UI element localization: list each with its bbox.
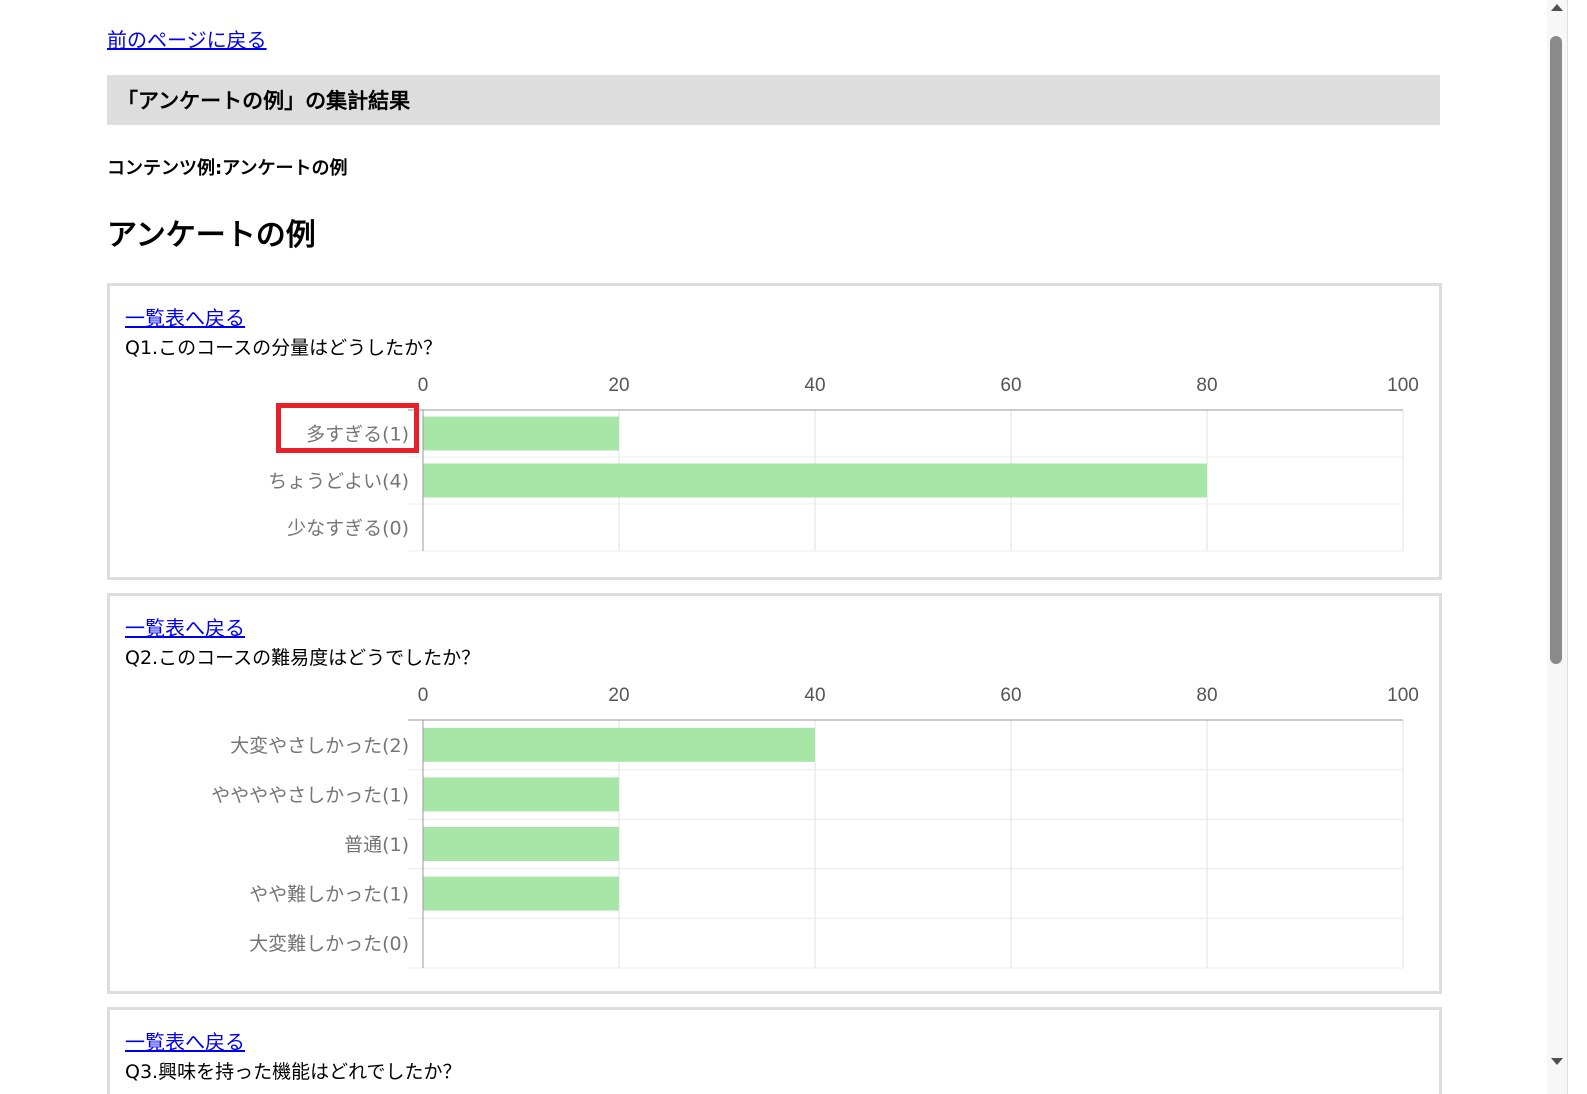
category-label: 大変難しかった(0) — [249, 933, 409, 955]
x-tick-label: 0 — [418, 685, 429, 706]
bar[interactable] — [423, 777, 619, 812]
x-tick-label: 80 — [1196, 375, 1217, 396]
window-edge — [1567, 0, 1568, 1094]
bar-chart-q1: 0 20 40 60 80 100 多すぎる(1) ちょうどよい(4) 少なすぎる(0) — [268, 375, 1419, 552]
bar-chart-q2: 0 20 40 60 80 100 大変やさしかった(2) ややややさしかった(1) 普通(1)… — [211, 685, 1419, 969]
question-box-q2: 一覧表へ戻る Q2.このコースの難易度はどうでしたか？ 0 20 40 60 80 100… — [107, 593, 1442, 994]
category-label: ちょうどよい(4) — [268, 471, 409, 493]
question-title: Q3.興味を持った機能はどれでしたか？ — [125, 1061, 462, 1083]
category-label: ややややさしかった(1) — [211, 784, 409, 806]
question-box-q1: 一覧表へ戻る Q1.このコースの分量はどうしたか？ 0 20 40 60 80 100 多す… — [107, 283, 1442, 580]
category-label: 普通(1) — [344, 834, 409, 856]
question-box-q3: 一覧表へ戻る Q3.興味を持った機能はどれでしたか？ — [107, 1007, 1442, 1094]
x-tick-label: 60 — [1000, 375, 1021, 396]
scrollbar-thumb[interactable] — [1550, 36, 1562, 664]
page: 前のページに戻る 「アンケートの例」の集計結果 コンテンツ例:アンケートの例 ア… — [0, 0, 1568, 1094]
x-tick-label: 0 — [418, 375, 429, 396]
x-tick-label: 100 — [1387, 685, 1419, 706]
scroll-down-arrow-icon[interactable] — [1551, 1058, 1563, 1065]
page-heading: アンケートの例 — [107, 218, 316, 253]
back-to-list-link[interactable]: 一覧表へ戻る — [125, 1026, 245, 1055]
category-label: 多すぎる(1) — [306, 424, 409, 446]
x-tick-label: 40 — [804, 375, 825, 396]
x-tick-label: 20 — [608, 685, 629, 706]
x-tick-label: 100 — [1387, 375, 1419, 396]
x-tick-label: 20 — [608, 375, 629, 396]
x-tick-label: 80 — [1196, 685, 1217, 706]
category-label: やや難しかった(1) — [249, 884, 409, 906]
scroll-up-arrow-icon[interactable] — [1551, 4, 1563, 11]
title-bar: 「アンケートの例」の集計結果 — [107, 75, 1440, 125]
bar[interactable] — [423, 463, 1207, 498]
x-tick-label: 60 — [1000, 685, 1021, 706]
bar[interactable] — [423, 416, 619, 451]
bar[interactable] — [423, 727, 815, 762]
bar[interactable] — [423, 876, 619, 911]
category-label: 少なすぎる(0) — [287, 518, 409, 540]
back-to-previous-page-link[interactable]: 前のページに戻る — [107, 24, 267, 53]
bar[interactable] — [423, 827, 619, 861]
vertical-scrollbar[interactable] — [1547, 0, 1567, 1094]
results-title: 「アンケートの例」の集計結果 — [117, 89, 411, 113]
content-label: コンテンツ例:アンケートの例 — [107, 158, 348, 179]
category-label: 大変やさしかった(2) — [230, 735, 409, 757]
x-tick-label: 40 — [804, 685, 825, 706]
